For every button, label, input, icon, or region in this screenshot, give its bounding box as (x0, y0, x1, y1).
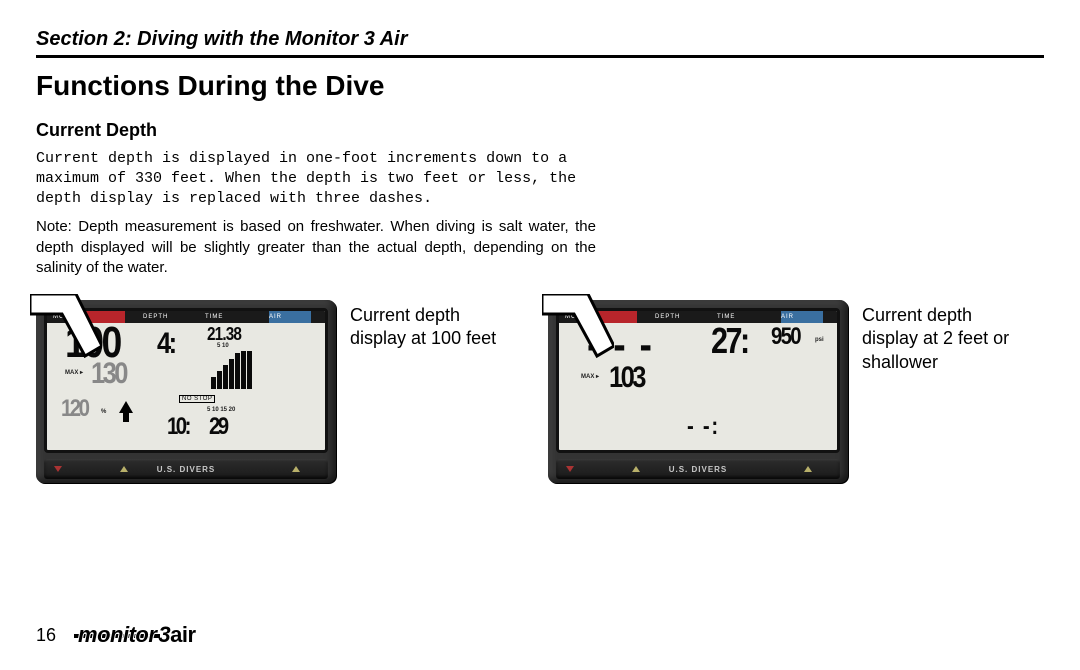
brand-logo: monitor3air (76, 622, 196, 648)
section-title: Section 2: Diving with the Monitor 3 Air (36, 28, 1044, 51)
bottom-right-val: 29 (209, 415, 227, 439)
bar-graph-icon (211, 351, 252, 389)
bars-top-scale: 5 10 (217, 343, 229, 349)
no-stop-label: NO STOP (179, 395, 215, 403)
device-footer: U.S. DIVERS (556, 459, 840, 479)
hdr-air: AIR (781, 314, 794, 320)
bottom-left-val: 10: (167, 415, 189, 439)
time-value: 27: (711, 323, 748, 359)
paragraph-note: Note: Depth measurement is based on fres… (36, 217, 596, 278)
page-footer: 16 monitor3air (36, 622, 196, 648)
hdr-depth: DEPTH (655, 314, 680, 320)
tiny-top: 21.38 (207, 325, 241, 343)
page-number: 16 (36, 625, 56, 646)
callout-arrow-icon (30, 294, 102, 364)
bottom-dashes: - -: (687, 415, 720, 439)
footer-brand: U.S. DIVERS (157, 465, 216, 474)
paragraph-main: Current depth is displayed in one-foot i… (36, 149, 596, 210)
device-100ft: MC DEPTH TIME AIR 100 4: 21.38 5 10 (36, 300, 336, 483)
figure-2: MC DEPTH TIME AIR - - - 27: 950 psi MAX … (548, 300, 1022, 483)
subheading-current-depth: Current Depth (36, 120, 1044, 141)
ascend-arrow-icon (119, 401, 133, 413)
triangle-up-left-icon (632, 466, 640, 472)
hdr-depth: DEPTH (143, 314, 168, 320)
device-footer: U.S. DIVERS (44, 459, 328, 479)
hdr-air: AIR (269, 314, 282, 320)
page-heading: Functions During the Dive (36, 70, 1044, 102)
triangle-up-right-icon (804, 466, 812, 472)
figure-1: MC DEPTH TIME AIR 100 4: 21.38 5 10 (36, 300, 520, 483)
device-shallow: MC DEPTH TIME AIR - - - 27: 950 psi MAX … (548, 300, 848, 483)
triangle-down-red-icon (54, 466, 62, 472)
max-value: 103 (609, 363, 644, 393)
max-label: MAX ▸ (581, 373, 599, 380)
footer-brand: U.S. DIVERS (669, 465, 728, 474)
triangle-up-right-icon (292, 466, 300, 472)
pct-value: 120 (61, 397, 87, 421)
horizontal-rule (36, 55, 1044, 58)
hdr-time: TIME (205, 314, 223, 320)
triangle-up-left-icon (120, 466, 128, 472)
figure-1-caption: Current depth display at 100 feet (350, 300, 520, 351)
figure-2-caption: Current depth display at 2 feet or shall… (862, 300, 1022, 374)
callout-arrow-icon (542, 294, 614, 364)
air-value: 950 (771, 325, 800, 349)
max-label: MAX ▸ (65, 369, 83, 376)
air-unit: psi (815, 337, 824, 343)
hours-value: 4: (157, 329, 175, 359)
pct-label: % (101, 409, 106, 415)
triangle-down-red-icon (566, 466, 574, 472)
